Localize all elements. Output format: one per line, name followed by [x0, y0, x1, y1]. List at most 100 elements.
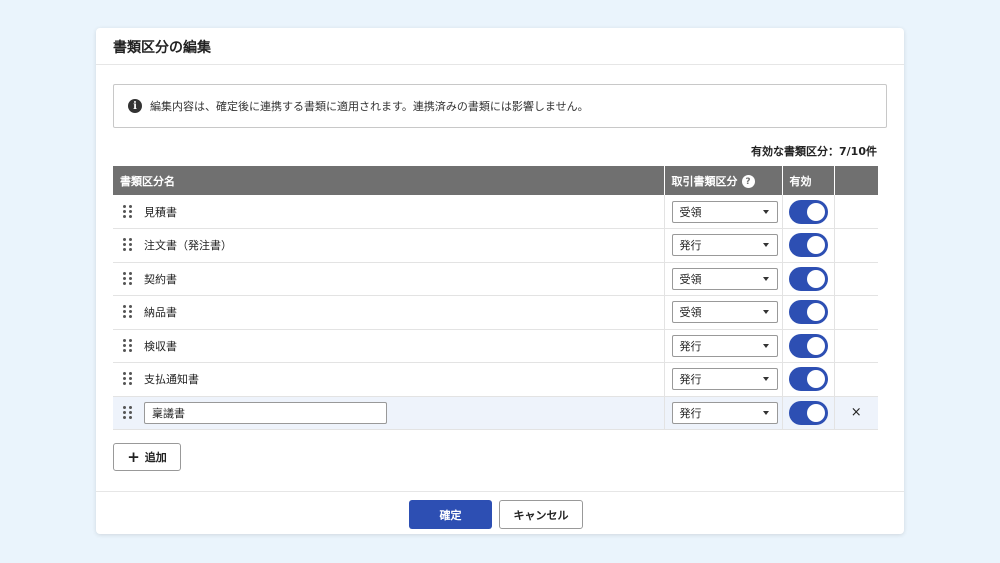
caret-down-icon — [762, 343, 769, 348]
caret-down-icon — [762, 377, 769, 382]
name-cell-content: 納品書 — [113, 304, 664, 320]
enabled-toggle[interactable] — [788, 400, 828, 425]
category-name: 支払通知書 — [144, 373, 199, 387]
name-cell: 注文書（発注書） — [113, 228, 665, 263]
toggle-knob — [806, 202, 825, 221]
category-name: 契約書 — [144, 272, 177, 286]
toggle-knob — [806, 236, 825, 255]
toggle-knob — [806, 336, 825, 355]
type-select[interactable]: 受領 — [671, 200, 778, 223]
type-select-value: 受領 — [679, 205, 702, 219]
edit-document-category-dialog: 書類区分の編集 i 編集内容は、確定後に連携する書類に適用されます。連携済みの書… — [96, 28, 904, 534]
enabled-cell — [782, 262, 835, 296]
dialog-header: 書類区分の編集 — [96, 28, 904, 65]
category-name: 納品書 — [144, 306, 177, 320]
drag-handle-icon[interactable] — [123, 271, 132, 286]
enabled-toggle[interactable] — [788, 300, 828, 325]
category-name: 注文書（発注書） — [144, 239, 232, 253]
add-button-label: 追加 — [144, 451, 167, 464]
type-cell: 受領 — [664, 295, 783, 330]
help-icon[interactable]: ? — [741, 175, 755, 188]
category-table: 書類区分名 取引書類区分? 有効 見積書 受領 注文書（発注書） 発行 契約書 … — [113, 166, 878, 430]
toggle-knob — [806, 403, 825, 422]
type-select-value: 発行 — [679, 239, 702, 253]
name-cell-content: 見積書 — [113, 204, 664, 220]
type-cell: 発行 — [664, 228, 783, 263]
table-row: 納品書 受領 — [113, 295, 878, 330]
type-select-value: 受領 — [679, 272, 702, 286]
drag-handle-icon[interactable] — [123, 338, 132, 353]
header-enabled: 有効 — [782, 166, 835, 195]
dialog-title: 書類区分の編集 — [113, 40, 211, 56]
actions-cell: × — [834, 396, 878, 430]
dialog-footer: 確定 キャンセル — [96, 491, 904, 534]
cancel-button[interactable]: キャンセル — [499, 500, 583, 529]
name-cell: 検収書 — [113, 329, 665, 363]
category-name: 見積書 — [144, 205, 177, 219]
header-type-label: 取引書類区分 — [671, 174, 738, 188]
type-cell: 発行 — [664, 329, 783, 363]
actions-cell — [834, 329, 878, 363]
actions-cell — [834, 228, 878, 263]
enabled-cell — [782, 295, 835, 330]
enabled-toggle[interactable] — [788, 333, 828, 358]
type-cell: 受領 — [664, 195, 783, 229]
info-notice: i 編集内容は、確定後に連携する書類に適用されます。連携済みの書類には影響しませ… — [113, 84, 887, 128]
enabled-count: 有効な書類区分：7/10件 — [751, 145, 877, 158]
enabled-toggle[interactable] — [788, 266, 828, 291]
enabled-cell — [782, 228, 835, 263]
header-name: 書類区分名 — [113, 166, 665, 195]
notice-text: 編集内容は、確定後に連携する書類に適用されます。連携済みの書類には影響しません。 — [150, 100, 589, 113]
caret-down-icon — [762, 310, 769, 315]
name-cell-content: 注文書（発注書） — [113, 237, 664, 253]
category-name-input[interactable] — [144, 401, 387, 424]
enabled-toggle[interactable] — [788, 199, 828, 224]
type-select[interactable]: 発行 — [671, 368, 778, 391]
confirm-button[interactable]: 確定 — [409, 500, 492, 529]
enabled-cell — [782, 195, 835, 229]
actions-cell — [834, 362, 878, 397]
remove-icon[interactable]: × — [851, 405, 862, 420]
info-icon: i — [128, 99, 142, 113]
table-row: 支払通知書 発行 — [113, 362, 878, 397]
type-select-value: 受領 — [679, 306, 702, 320]
name-cell — [113, 396, 665, 430]
type-cell: 受領 — [664, 262, 783, 296]
name-cell-content: 検収書 — [113, 338, 664, 354]
caret-down-icon — [762, 410, 769, 415]
table-row: 注文書（発注書） 発行 — [113, 228, 878, 263]
type-cell: 発行 — [664, 362, 783, 397]
enabled-toggle[interactable] — [788, 367, 828, 392]
add-button[interactable]: + 追加 — [113, 443, 181, 471]
table-row: 発行 × — [113, 396, 878, 430]
type-select[interactable]: 受領 — [671, 301, 778, 324]
caret-down-icon — [762, 243, 769, 248]
drag-handle-icon[interactable] — [123, 405, 132, 420]
name-cell: 納品書 — [113, 295, 665, 330]
caret-down-icon — [762, 276, 769, 281]
drag-handle-icon[interactable] — [123, 372, 132, 386]
type-select[interactable]: 発行 — [671, 234, 778, 257]
table-row: 見積書 受領 — [113, 195, 878, 229]
drag-handle-icon[interactable] — [123, 305, 132, 319]
category-name: 検収書 — [144, 339, 177, 353]
name-cell: 見積書 — [113, 195, 665, 229]
type-select[interactable]: 発行 — [671, 401, 778, 424]
drag-handle-icon[interactable] — [123, 204, 132, 219]
type-select-value: 発行 — [679, 373, 702, 387]
actions-cell — [834, 295, 878, 330]
type-select[interactable]: 発行 — [671, 334, 778, 357]
caret-down-icon — [762, 209, 769, 214]
table-header-row: 書類区分名 取引書類区分? 有効 — [113, 166, 878, 195]
drag-handle-icon[interactable] — [123, 238, 132, 252]
enabled-cell — [782, 329, 835, 363]
enabled-toggle[interactable] — [788, 233, 828, 258]
name-cell-content: 支払通知書 — [113, 371, 664, 387]
toggle-knob — [806, 269, 825, 288]
header-type: 取引書類区分? — [664, 166, 783, 195]
type-select[interactable]: 受領 — [671, 267, 778, 290]
table-row: 契約書 受領 — [113, 262, 878, 296]
toggle-knob — [806, 303, 825, 322]
actions-cell — [834, 262, 878, 296]
name-cell-content: 契約書 — [113, 271, 664, 287]
